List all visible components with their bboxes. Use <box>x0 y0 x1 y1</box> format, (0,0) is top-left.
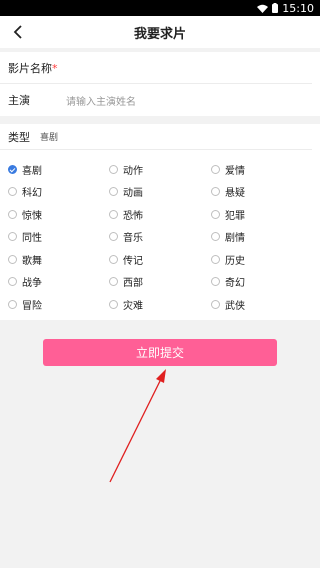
type-option[interactable]: 武侠 <box>211 293 313 316</box>
type-option-label: 恐怖 <box>123 210 143 222</box>
type-option-label: 历史 <box>225 255 245 267</box>
type-option[interactable]: 灾难 <box>109 293 211 316</box>
type-option-label: 悬疑 <box>225 188 245 200</box>
type-options-grid: 喜剧 动作 爱情科幻 动画 悬疑惊悚 恐怖 犯罪同性 音乐 剧情歌舞 传记 历史战争 西部 奇幻冒险 灾难… <box>0 150 320 316</box>
type-option-label: 剧情 <box>225 233 245 245</box>
type-option-label: 惊悚 <box>22 210 42 222</box>
type-option[interactable]: 喜剧 <box>8 158 109 181</box>
radio-icon[interactable] <box>8 232 17 242</box>
type-option[interactable]: 传记 <box>109 248 211 271</box>
type-label: 类型 <box>8 130 30 144</box>
type-option[interactable]: 惊悚 <box>8 203 109 226</box>
type-option-label: 科幻 <box>22 188 42 200</box>
type-option[interactable]: 动画 <box>109 181 211 204</box>
red-arrow <box>109 369 166 483</box>
actor-label: 主演 <box>8 94 30 107</box>
radio-icon[interactable] <box>8 277 17 287</box>
status-time: 15:10 <box>282 1 314 15</box>
type-option[interactable]: 剧情 <box>211 226 313 249</box>
type-option[interactable]: 西部 <box>109 271 211 294</box>
type-option[interactable]: 科幻 <box>8 181 109 204</box>
type-option[interactable]: 歌舞 <box>8 248 109 271</box>
type-selected-value: 喜剧 <box>40 133 59 143</box>
type-option-label: 爱情 <box>225 165 245 177</box>
radio-icon[interactable] <box>8 254 17 264</box>
page-title: 我要求片 <box>133 26 186 42</box>
required-mark: * <box>52 61 58 75</box>
actor-row: 主演 请输入主演姓名 <box>0 84 312 116</box>
type-option-label: 歌舞 <box>22 255 42 267</box>
movie-name-label-text: 影片名称 <box>8 61 52 75</box>
submit-button[interactable]: 立即提交 <box>43 339 277 366</box>
radio-icon[interactable] <box>8 187 17 197</box>
type-option-label: 喜剧 <box>22 165 42 177</box>
radio-icon[interactable] <box>109 299 118 309</box>
radio-icon[interactable] <box>211 299 220 309</box>
type-option-label: 灾难 <box>123 300 143 312</box>
radio-icon[interactable] <box>211 254 220 264</box>
type-option-label: 同性 <box>22 233 42 245</box>
type-option-label: 战争 <box>22 278 42 290</box>
type-option-label: 西部 <box>123 278 143 290</box>
radio-checked-icon[interactable] <box>8 164 17 174</box>
radio-icon[interactable] <box>109 187 118 197</box>
movie-name-row: 影片名称* <box>0 52 312 84</box>
type-option-label: 犯罪 <box>225 210 245 222</box>
type-card: 类型 喜剧 喜剧 动作 爱情 科幻 动画 悬疑 惊悚 恐怖 犯罪 同性 音乐 剧情 歌舞 传记 历史 战争 西部… <box>0 124 320 320</box>
radio-icon[interactable] <box>8 209 17 219</box>
type-option-label: 冒险 <box>22 300 42 312</box>
type-option[interactable]: 犯罪 <box>211 203 313 226</box>
radio-icon[interactable] <box>211 277 220 287</box>
radio-icon[interactable] <box>109 164 118 174</box>
type-option-label: 动画 <box>123 188 143 200</box>
type-option-label: 动作 <box>123 165 143 177</box>
wifi-icon <box>257 4 269 13</box>
type-option[interactable]: 冒险 <box>8 293 109 316</box>
type-option-label: 武侠 <box>225 300 245 312</box>
movie-name-label: 影片名称* <box>8 60 60 76</box>
type-option-label: 传记 <box>123 255 143 267</box>
status-bar: 15:10 <box>0 0 320 16</box>
radio-icon[interactable] <box>211 209 220 219</box>
type-option[interactable]: 同性 <box>8 226 109 249</box>
radio-icon[interactable] <box>109 209 118 219</box>
header: 我要求片 <box>0 16 320 48</box>
radio-icon[interactable] <box>109 277 118 287</box>
type-option[interactable]: 音乐 <box>109 226 211 249</box>
type-option[interactable]: 悬疑 <box>211 181 313 204</box>
radio-icon[interactable] <box>211 232 220 242</box>
radio-icon[interactable] <box>109 232 118 242</box>
actor-input[interactable]: 请输入主演姓名 <box>60 93 312 108</box>
radio-icon[interactable] <box>8 299 17 309</box>
type-option[interactable]: 动作 <box>109 158 211 181</box>
battery-icon <box>272 3 279 13</box>
radio-icon[interactable] <box>211 187 220 197</box>
radio-icon[interactable] <box>211 164 220 174</box>
type-option-label: 奇幻 <box>225 278 245 290</box>
type-option[interactable]: 恐怖 <box>109 203 211 226</box>
back-button[interactable] <box>8 22 28 42</box>
radio-icon[interactable] <box>109 254 118 264</box>
type-option[interactable]: 奇幻 <box>211 271 313 294</box>
type-option[interactable]: 爱情 <box>211 158 313 181</box>
type-option[interactable]: 战争 <box>8 271 109 294</box>
type-header: 类型 喜剧 <box>0 124 312 150</box>
type-option-label: 音乐 <box>123 233 143 245</box>
type-option[interactable]: 历史 <box>211 248 313 271</box>
form-card: 影片名称* 主演 请输入主演姓名 <box>0 52 320 116</box>
chevron-left-icon <box>13 25 22 39</box>
